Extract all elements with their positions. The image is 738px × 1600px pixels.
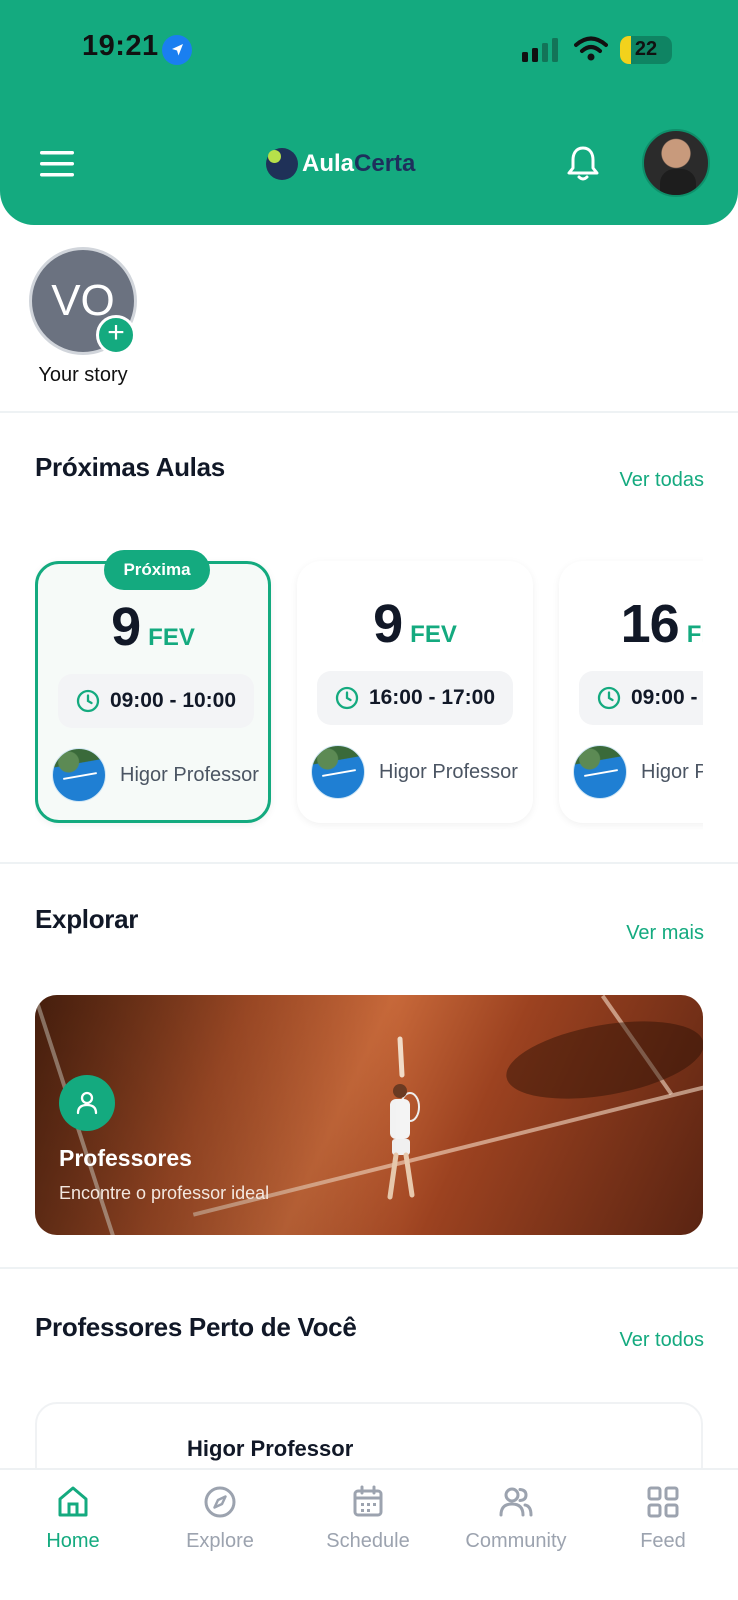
banner-title: Professores	[59, 1145, 192, 1171]
location-arrow-icon	[162, 35, 192, 65]
teacher-avatar	[311, 745, 365, 799]
nav-explore[interactable]: Explore	[155, 1484, 285, 1553]
class-time: 09:00 - 10:00	[579, 671, 703, 725]
see-all-classes-link[interactable]: Ver todas	[619, 469, 704, 492]
profile-avatar[interactable]	[642, 129, 710, 197]
wifi-icon	[574, 36, 608, 67]
nav-feed[interactable]: Feed	[598, 1484, 728, 1553]
app-header: 19:21 22 AulaCerta	[0, 0, 738, 225]
calendar-icon	[353, 1485, 383, 1517]
nearby-professors-title: Professores Perto de Você	[35, 1312, 357, 1342]
logo-mark-icon	[266, 148, 298, 180]
logo-text-certa: Certa	[354, 150, 416, 177]
next-badge: Próxima	[104, 550, 210, 590]
class-card[interactable]: Próxima 9 FEV 09:00 - 10:00 Higor Profess…	[35, 550, 271, 823]
section-divider	[0, 411, 738, 413]
class-time: 09:00 - 10:00	[58, 674, 254, 728]
class-date: 9 FEV	[38, 596, 268, 658]
class-time: 16:00 - 17:00	[317, 671, 513, 725]
menu-icon[interactable]	[38, 148, 78, 180]
nav-label-community: Community	[465, 1530, 567, 1552]
class-date: 16 FEV	[559, 593, 703, 655]
class-date: 9 FEV	[297, 593, 533, 655]
your-story-label: Your story	[38, 364, 128, 386]
clock-icon	[597, 686, 621, 710]
class-month: FEV	[410, 621, 457, 648]
teacher-avatar	[52, 748, 106, 802]
app-logo: AulaCerta	[266, 145, 415, 183]
compass-icon	[204, 1486, 236, 1518]
class-month: FEV	[686, 621, 703, 648]
explore-title: Explorar	[35, 904, 139, 934]
user-icon	[59, 1075, 115, 1131]
status-time: 19:21	[82, 30, 159, 62]
bell-icon[interactable]	[565, 144, 601, 189]
professors-banner[interactable]: Professores Encontre o professor ideal	[35, 995, 703, 1235]
class-day: 16	[620, 594, 680, 654]
teacher-avatar	[573, 745, 627, 799]
class-time-text: 09:00 - 10:00	[109, 689, 237, 712]
class-time-text: 16:00 - 17:00	[368, 686, 496, 709]
battery-percentage: 22	[634, 38, 658, 60]
class-teacher: Higor Professor	[311, 745, 518, 799]
grid-icon	[647, 1486, 679, 1518]
class-teacher: Higor Professor	[52, 748, 259, 802]
class-card[interactable]: 9 FEV 16:00 - 17:00 Higor Professor	[297, 561, 533, 823]
banner-subtitle: Encontre o professor ideal	[59, 1183, 270, 1203]
teacher-name: Higor Professor	[641, 760, 703, 783]
upcoming-classes-title: Próximas Aulas	[35, 452, 225, 482]
teacher-name: Higor Professor	[379, 760, 518, 783]
home-icon	[58, 1486, 88, 1517]
professor-name: Higor Professor	[187, 1436, 354, 1461]
nav-home[interactable]: Home	[8, 1484, 138, 1553]
class-day: 9	[111, 597, 141, 657]
clock-icon	[76, 689, 100, 713]
cellular-signal-icon	[522, 38, 560, 67]
nav-community[interactable]: Community	[451, 1484, 581, 1553]
bottom-navigation: Home Explore Schedule Community Feed	[0, 1468, 738, 1600]
clock-icon	[335, 686, 359, 710]
see-all-professors-link[interactable]: Ver todos	[619, 1329, 704, 1352]
class-time-text: 09:00 - 10:00	[630, 686, 703, 709]
nav-label-home: Home	[46, 1530, 100, 1552]
battery-charging-icon: 22	[620, 36, 672, 64]
section-divider	[0, 1267, 738, 1269]
add-story-button[interactable]: +	[96, 315, 136, 355]
class-card[interactable]: 16 FEV 09:00 - 10:00 Higor Professor	[559, 561, 703, 823]
class-month: FEV	[148, 624, 195, 651]
nav-label-schedule: Schedule	[326, 1530, 410, 1552]
class-teacher: Higor Professor	[573, 745, 703, 799]
section-divider	[0, 862, 738, 864]
teacher-name: Higor Professor	[120, 763, 259, 786]
nav-schedule[interactable]: Schedule	[303, 1484, 433, 1553]
users-icon	[499, 1487, 533, 1517]
nav-label-explore: Explore	[186, 1530, 254, 1552]
see-more-explore-link[interactable]: Ver mais	[626, 922, 704, 945]
nav-label-feed: Feed	[640, 1530, 686, 1552]
class-day: 9	[373, 594, 403, 654]
logo-text-aula: Aula	[302, 150, 355, 177]
upcoming-classes-carousel[interactable]: Próxima 9 FEV 09:00 - 10:00 Higor Profess…	[35, 545, 703, 830]
